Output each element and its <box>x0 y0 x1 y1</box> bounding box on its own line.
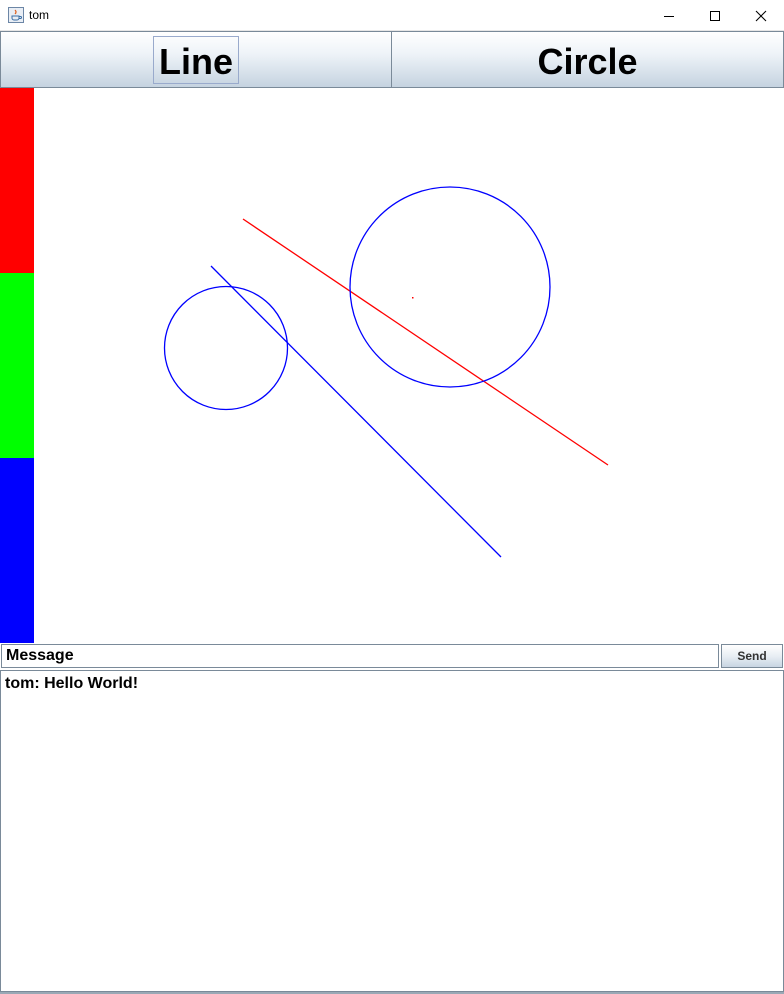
line-tool-label: Line <box>158 40 233 82</box>
color-palette <box>0 88 34 643</box>
java-cup-icon <box>8 7 24 23</box>
shape-small-circle <box>163 285 289 411</box>
color-swatch-red[interactable] <box>0 88 34 273</box>
color-swatch-green[interactable] <box>0 273 34 458</box>
shape-blue-line <box>210 265 502 558</box>
circle-tool-label: Circle <box>537 40 638 82</box>
maximize-button[interactable] <box>692 0 738 31</box>
line-tool-button[interactable]: Line <box>0 31 392 88</box>
chat-log[interactable]: tom: Hello World! <box>0 670 784 992</box>
shape-large-circle <box>349 186 551 388</box>
close-button[interactable] <box>738 0 784 31</box>
shape-red-line <box>242 218 609 466</box>
close-icon <box>755 10 767 21</box>
send-button[interactable]: Send <box>721 644 783 668</box>
chat-message: tom: Hello World! <box>5 675 139 692</box>
window-title: tom <box>29 8 50 22</box>
message-row: Send <box>0 643 784 670</box>
message-input[interactable] <box>1 644 719 668</box>
shape-red-dot <box>412 297 414 299</box>
circle-tool-button[interactable]: Circle <box>391 31 784 88</box>
drawing-canvas[interactable] <box>34 88 784 643</box>
maximize-icon <box>710 10 720 21</box>
minimize-icon <box>664 15 674 17</box>
title-bar: tom <box>0 0 784 31</box>
color-swatch-blue[interactable] <box>0 458 34 643</box>
minimize-button[interactable] <box>646 0 692 31</box>
shape-toolbar: Line Circle <box>0 31 784 88</box>
